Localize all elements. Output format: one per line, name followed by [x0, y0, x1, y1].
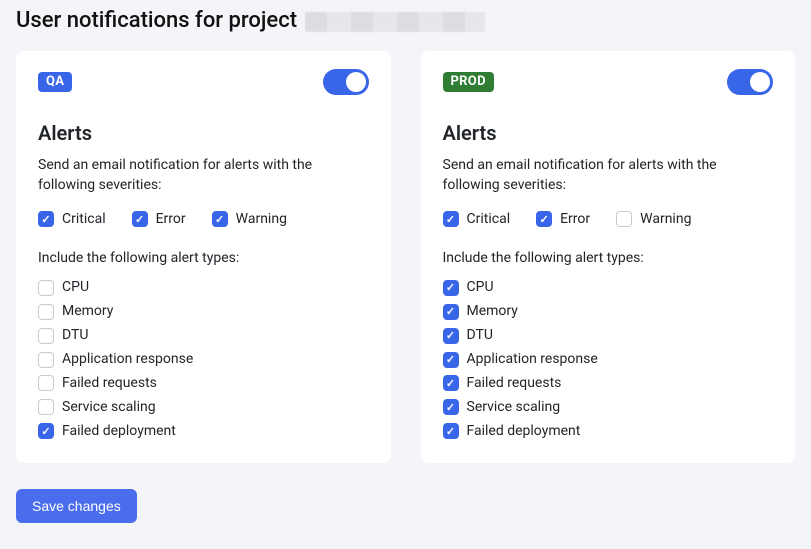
- checkbox-label: Error: [560, 210, 590, 229]
- env-card-prod: PROD Alerts Send an email notification for…: [421, 51, 796, 463]
- checkbox-icon: [443, 328, 459, 344]
- types-stack: CPU Memory DTU Application response Failed r…: [443, 278, 774, 440]
- alerts-heading: Alerts: [38, 121, 369, 145]
- checkbox-icon: [443, 399, 459, 415]
- checkbox-icon: [38, 375, 54, 391]
- checkbox-label: Application response: [62, 350, 193, 369]
- checkbox-label: Warning: [236, 210, 287, 229]
- checkbox-icon: [38, 399, 54, 415]
- checkbox-label: Failed deployment: [467, 422, 581, 441]
- project-name-redacted: [305, 12, 485, 32]
- alerts-description: Send an email notification for alerts wi…: [443, 155, 774, 196]
- save-button[interactable]: Save changes: [16, 489, 137, 523]
- checkbox-label: Memory: [62, 302, 113, 321]
- page-title: User notifications for project: [16, 8, 297, 33]
- checkbox-icon: [443, 304, 459, 320]
- type-checkbox-cpu[interactable]: CPU: [38, 278, 369, 297]
- severity-checkbox-error[interactable]: Error: [536, 210, 590, 229]
- notifications-toggle[interactable]: [323, 69, 369, 95]
- checkbox-label: DTU: [467, 326, 493, 345]
- checkbox-icon: [443, 211, 459, 227]
- severity-row: Critical Error Warning: [443, 210, 774, 229]
- checkbox-label: Critical: [467, 210, 511, 229]
- toggle-knob: [750, 72, 770, 92]
- page-title-row: User notifications for project: [16, 8, 795, 33]
- checkbox-label: Service scaling: [467, 398, 561, 417]
- env-tag-prod: PROD: [443, 72, 494, 92]
- cards-row: QA Alerts Send an email notification for a…: [16, 51, 795, 463]
- severity-checkbox-critical[interactable]: Critical: [38, 210, 106, 229]
- checkbox-icon: [38, 423, 54, 439]
- checkbox-label: DTU: [62, 326, 88, 345]
- alerts-description: Send an email notification for alerts wi…: [38, 155, 369, 196]
- checkbox-icon: [443, 375, 459, 391]
- severity-row: Critical Error Warning: [38, 210, 369, 229]
- checkbox-label: CPU: [62, 278, 89, 297]
- checkbox-label: Failed deployment: [62, 422, 176, 441]
- types-heading: Include the following alert types:: [38, 250, 369, 266]
- type-checkbox-failed-requests[interactable]: Failed requests: [38, 374, 369, 393]
- checkbox-icon: [443, 352, 459, 368]
- types-heading: Include the following alert types:: [443, 250, 774, 266]
- checkbox-icon: [212, 211, 228, 227]
- checkbox-icon: [38, 211, 54, 227]
- type-checkbox-memory[interactable]: Memory: [443, 302, 774, 321]
- checkbox-label: Critical: [62, 210, 106, 229]
- severity-checkbox-warning[interactable]: Warning: [212, 210, 287, 229]
- type-checkbox-service-scaling[interactable]: Service scaling: [38, 398, 369, 417]
- severity-checkbox-critical[interactable]: Critical: [443, 210, 511, 229]
- env-card-qa: QA Alerts Send an email notification for a…: [16, 51, 391, 463]
- checkbox-icon: [616, 211, 632, 227]
- severity-checkbox-error[interactable]: Error: [132, 210, 186, 229]
- severity-checkbox-warning[interactable]: Warning: [616, 210, 691, 229]
- type-checkbox-service-scaling[interactable]: Service scaling: [443, 398, 774, 417]
- checkbox-icon: [132, 211, 148, 227]
- types-stack: CPU Memory DTU Application response Failed r…: [38, 278, 369, 440]
- type-checkbox-failed-deployment[interactable]: Failed deployment: [38, 422, 369, 441]
- checkbox-icon: [38, 304, 54, 320]
- notifications-toggle[interactable]: [727, 69, 773, 95]
- alerts-heading: Alerts: [443, 121, 774, 145]
- checkbox-icon: [38, 328, 54, 344]
- checkbox-label: CPU: [467, 278, 494, 297]
- env-tag-qa: QA: [38, 72, 72, 92]
- checkbox-icon: [443, 423, 459, 439]
- checkbox-icon: [443, 280, 459, 296]
- type-checkbox-dtu[interactable]: DTU: [443, 326, 774, 345]
- checkbox-label: Service scaling: [62, 398, 156, 417]
- checkbox-label: Warning: [640, 210, 691, 229]
- type-checkbox-memory[interactable]: Memory: [38, 302, 369, 321]
- checkbox-label: Failed requests: [467, 374, 562, 393]
- type-checkbox-failed-requests[interactable]: Failed requests: [443, 374, 774, 393]
- toggle-knob: [346, 72, 366, 92]
- checkbox-icon: [38, 352, 54, 368]
- checkbox-icon: [38, 280, 54, 296]
- type-checkbox-dtu[interactable]: DTU: [38, 326, 369, 345]
- type-checkbox-application-response[interactable]: Application response: [38, 350, 369, 369]
- card-header: PROD: [443, 69, 774, 95]
- type-checkbox-failed-deployment[interactable]: Failed deployment: [443, 422, 774, 441]
- checkbox-label: Failed requests: [62, 374, 157, 393]
- checkbox-label: Application response: [467, 350, 598, 369]
- checkbox-label: Memory: [467, 302, 518, 321]
- card-header: QA: [38, 69, 369, 95]
- type-checkbox-application-response[interactable]: Application response: [443, 350, 774, 369]
- type-checkbox-cpu[interactable]: CPU: [443, 278, 774, 297]
- checkbox-label: Error: [156, 210, 186, 229]
- checkbox-icon: [536, 211, 552, 227]
